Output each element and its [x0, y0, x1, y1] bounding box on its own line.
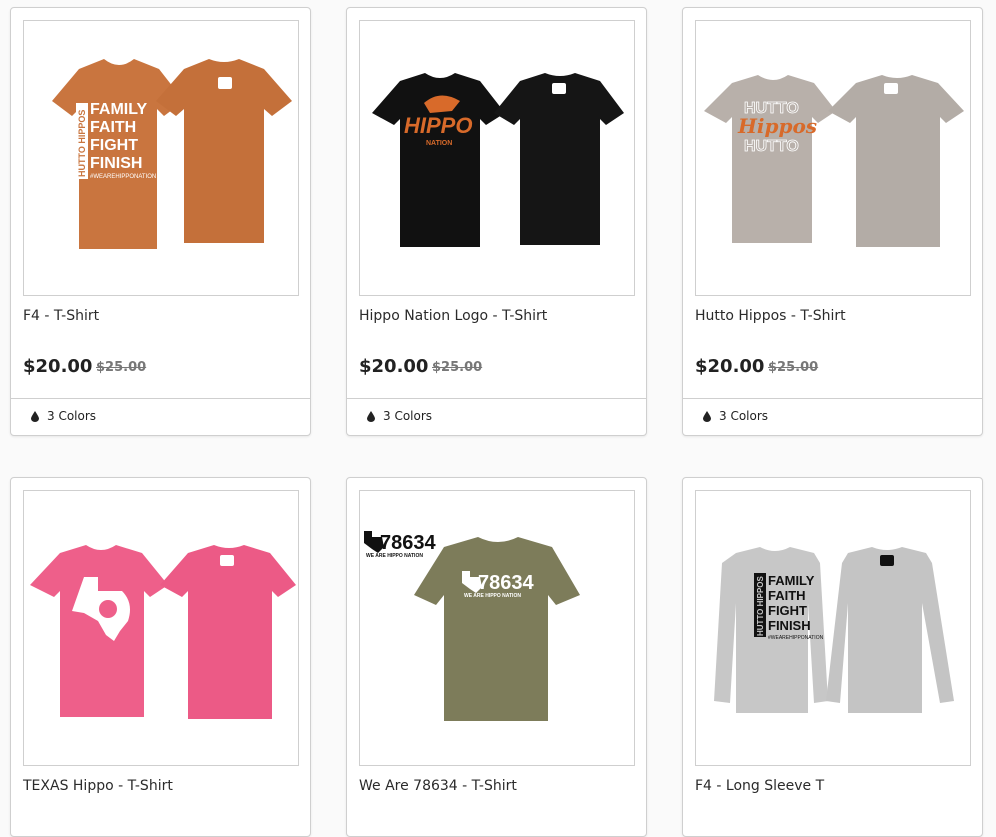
print-text: 78634: [380, 532, 436, 554]
droplet-icon: [367, 410, 375, 422]
print-text: 78634: [478, 572, 534, 594]
print-line: FAMILY: [90, 101, 148, 118]
product-price: $20.00: [23, 356, 93, 377]
product-image[interactable]: 78634 WE ARE HIPPO NATION 78634 WE ARE H…: [359, 490, 635, 766]
colors-label: 3 Colors: [719, 409, 769, 423]
back-logo: [880, 555, 894, 566]
color-options[interactable]: 3 Colors: [367, 409, 432, 423]
product-card[interactable]: TEXAS Hippo - T-Shirt: [10, 477, 311, 837]
print-line: FAITH: [90, 119, 136, 136]
print-tag: #WEAREHIPPONATION: [768, 635, 824, 641]
product-price: $20.00: [695, 356, 765, 377]
compare-price: $25.00: [432, 360, 483, 375]
print-line: FAMILY: [768, 573, 815, 588]
product-card[interactable]: 78634 WE ARE HIPPO NATION 78634 WE ARE H…: [346, 477, 647, 837]
back-logo: [884, 83, 898, 94]
print-tag: #WEAREHIPPONATION: [90, 174, 156, 180]
product-image[interactable]: [23, 490, 299, 766]
product-title[interactable]: Hutto Hippos - T-Shirt: [695, 308, 846, 324]
product-image[interactable]: HIPPO NATION: [359, 20, 635, 296]
colors-label: 3 Colors: [383, 409, 433, 423]
print-outline-text: HUTTO: [744, 138, 799, 155]
print-tag: WE ARE HIPPO NATION: [366, 553, 423, 559]
product-title[interactable]: F4 - T-Shirt: [23, 308, 99, 324]
color-options[interactable]: 3 Colors: [31, 409, 96, 423]
compare-price: $25.00: [96, 360, 147, 375]
back-logo: [218, 77, 232, 89]
print-side-text: HUTTO HIPPOS: [77, 110, 87, 177]
divider: [683, 398, 982, 399]
compare-price: $25.00: [768, 360, 819, 375]
print-text: HIPPO: [404, 113, 472, 138]
product-card[interactable]: HUTTO Hippos HUTTO Hutto Hippos - T-Shir…: [682, 7, 983, 436]
print-tag: WE ARE HIPPO NATION: [464, 593, 521, 599]
print-script-text: Hippos: [737, 114, 817, 138]
print-line: FINISH: [768, 618, 811, 633]
print-side-text: HUTTO HIPPOS: [756, 575, 765, 636]
color-options[interactable]: 3 Colors: [703, 409, 768, 423]
print-line: FINISH: [90, 155, 142, 172]
back-logo: [552, 83, 566, 94]
product-card[interactable]: HUTTO HIPPOS FAMILY FAITH FIGHT FINISH #…: [10, 7, 311, 436]
back-logo: [220, 555, 234, 566]
print-line: FIGHT: [90, 137, 138, 154]
hippo-graphic: [99, 600, 117, 618]
product-price: $20.00: [359, 356, 429, 377]
product-image[interactable]: HUTTO HIPPOS FAMILY FAITH FIGHT FINISH #…: [695, 490, 971, 766]
print-line: FIGHT: [768, 603, 807, 618]
product-title[interactable]: TEXAS Hippo - T-Shirt: [23, 778, 173, 794]
divider: [11, 398, 310, 399]
product-title[interactable]: We Are 78634 - T-Shirt: [359, 778, 517, 794]
print-line: FAITH: [768, 588, 806, 603]
droplet-icon: [703, 410, 711, 422]
colors-label: 3 Colors: [47, 409, 97, 423]
product-image[interactable]: HUTTO HIPPOS FAMILY FAITH FIGHT FINISH #…: [23, 20, 299, 296]
product-title[interactable]: F4 - Long Sleeve T: [695, 778, 824, 794]
print-text: NATION: [426, 140, 452, 147]
product-image[interactable]: HUTTO Hippos HUTTO: [695, 20, 971, 296]
product-title[interactable]: Hippo Nation Logo - T-Shirt: [359, 308, 547, 324]
droplet-icon: [31, 410, 39, 422]
product-card[interactable]: HIPPO NATION Hippo Nation Logo - T-Shirt…: [346, 7, 647, 436]
divider: [347, 398, 646, 399]
product-card[interactable]: HUTTO HIPPOS FAMILY FAITH FIGHT FINISH #…: [682, 477, 983, 837]
